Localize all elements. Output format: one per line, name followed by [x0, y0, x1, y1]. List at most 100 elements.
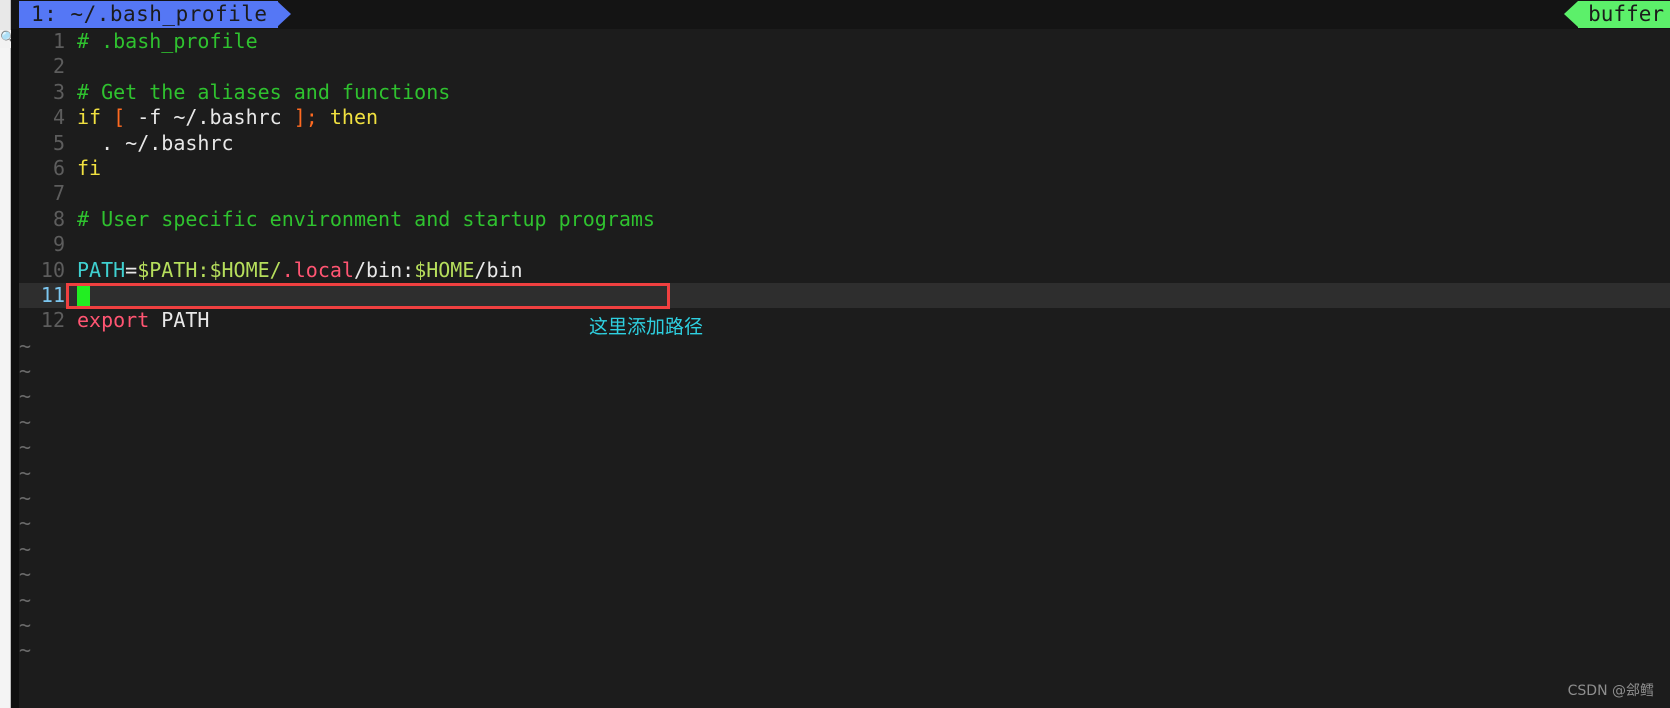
code-token: # .bash_profile: [77, 29, 258, 53]
tilde-glyph: ~: [19, 612, 32, 637]
code-line[interactable]: 6 fi: [19, 156, 1670, 181]
empty-line-marker: ~: [19, 410, 1670, 435]
line-text: # Get the aliases and functions: [65, 80, 450, 104]
tab-bash-profile[interactable]: 1: ~/.bash_profile: [19, 1, 291, 28]
code-token: export: [77, 308, 150, 333]
code-token: [: [113, 105, 126, 130]
tilde-glyph: ~: [19, 333, 32, 358]
editor-gutter-band: [11, 0, 19, 708]
line-text: [65, 54, 77, 78]
empty-line-marker: ~: [19, 613, 1670, 638]
code-token: -f ~/.bashrc: [125, 105, 294, 130]
code-token: if: [77, 105, 114, 130]
tilde-glyph: ~: [19, 536, 32, 561]
code-line[interactable]: 2: [19, 54, 1670, 79]
line-number: 8: [52, 206, 65, 231]
empty-line-marker: ~: [19, 562, 1670, 587]
line-number: 7: [52, 181, 65, 206]
line-text: . ~/.bashrc: [65, 130, 234, 155]
empty-line-marker: ~: [19, 359, 1670, 384]
line-number: 3: [52, 79, 65, 104]
line-number: 2: [52, 54, 65, 79]
empty-line-marker: ~: [19, 588, 1670, 613]
code-line[interactable]: 8 # User specific environment and startup…: [19, 207, 1670, 232]
editor-area[interactable]: 1 # .bash_profile 2 3 # Get the aliases and …: [19, 29, 1670, 708]
line-text: fi: [65, 156, 101, 180]
code-line[interactable]: 4 if [ -f ~/.bashrc ]; then: [19, 105, 1670, 130]
code-token: =: [125, 257, 138, 282]
tilde-glyph: ~: [19, 511, 32, 536]
empty-line-marker: ~: [19, 384, 1670, 409]
tilde-glyph: ~: [19, 587, 32, 612]
code-line[interactable]: 1 # .bash_profile: [19, 29, 1670, 54]
code-token: fi: [77, 155, 102, 180]
search-icon[interactable]: 🔍: [0, 30, 16, 48]
code-token: ]: [293, 105, 306, 130]
buffer-arrow-icon: [1564, 1, 1579, 27]
code-lines: 1 # .bash_profile 2 3 # Get the aliases and …: [19, 29, 1670, 334]
code-token: # Get the aliases and functions: [77, 79, 451, 104]
code-token: PATH: [77, 257, 126, 282]
code-token: /bin:: [353, 257, 415, 282]
code-line[interactable]: 7: [19, 181, 1670, 206]
code-token: $PATH:$HOME/: [137, 257, 282, 282]
code-token: # User specific environment and startup …: [77, 206, 655, 231]
tilde-glyph: ~: [19, 409, 32, 434]
line-number: 4: [52, 105, 65, 130]
code-token: $HOME: [414, 257, 475, 282]
line-number: 12: [40, 308, 65, 333]
empty-line-marker: ~: [19, 461, 1670, 486]
line-text: [65, 181, 77, 205]
window-left-chrome-lower: [0, 48, 10, 708]
tilde-glyph: ~: [19, 486, 32, 511]
empty-line-marker: ~: [19, 537, 1670, 562]
empty-line-marker: ~: [19, 334, 1670, 359]
tilde-glyph: ~: [19, 435, 32, 460]
tab-label: 1: ~/.bash_profile: [31, 2, 268, 26]
annotation-note: 这里添加路径: [589, 316, 704, 338]
buffer-label: buffer: [1588, 2, 1664, 26]
code-token: .local: [281, 257, 354, 282]
empty-line-marker: ~: [19, 486, 1670, 511]
empty-line-marker: ~: [19, 638, 1670, 663]
tilde-glyph: ~: [19, 562, 32, 587]
tilde-glyph: ~: [19, 638, 32, 663]
watermark: CSDN @郐鳕: [1567, 683, 1654, 699]
line-number: 6: [52, 155, 65, 180]
code-token: . ~/.bashrc: [77, 130, 234, 155]
code-line[interactable]: 10 PATH=$PATH:$HOME/.local/bin:$HOME/bin: [19, 258, 1670, 283]
empty-line-marker: ~: [19, 435, 1670, 460]
code-line[interactable]: 11: [19, 282, 1670, 309]
line-text: # .bash_profile: [65, 29, 258, 53]
code-line[interactable]: 9: [19, 232, 1670, 257]
tab-arrow-icon: [276, 1, 291, 27]
tilde-glyph: ~: [19, 359, 32, 384]
text-cursor: [77, 282, 90, 309]
buffer-indicator[interactable]: buffer: [1564, 1, 1670, 28]
line-number: 5: [52, 130, 65, 155]
line-text: PATH=$PATH:$HOME/.local/bin:$HOME/bin: [65, 258, 523, 282]
filler-lines: ~ ~ ~ ~ ~ ~ ~ ~ ~ ~ ~ ~ ~: [19, 334, 1670, 664]
line-text: export PATH: [65, 308, 209, 332]
code-token: PATH: [149, 308, 210, 333]
line-number: 1: [52, 29, 65, 53]
code-line[interactable]: 5 . ~/.bashrc: [19, 131, 1670, 156]
line-text: if [ -f ~/.bashrc ]; then: [65, 105, 378, 129]
code-token: then: [329, 105, 379, 130]
line-text: [65, 232, 77, 256]
tabline: 1: ~/.bash_profile buffer: [11, 0, 1670, 29]
line-text: # User specific environment and startup …: [65, 207, 655, 231]
line-text: [65, 283, 77, 307]
line-number: 11: [40, 282, 65, 307]
tilde-glyph: ~: [19, 460, 32, 485]
line-number: 9: [52, 232, 65, 257]
code-token: /bin: [474, 257, 523, 282]
empty-line-marker: ~: [19, 511, 1670, 536]
vim-editor-window: 🔍 1: ~/.bash_profile buffer 1 # .bash_pro…: [0, 0, 1670, 708]
tilde-glyph: ~: [19, 384, 32, 409]
code-token: ;: [305, 105, 318, 130]
line-number: 10: [40, 257, 65, 282]
code-line[interactable]: 12 export PATH: [19, 308, 1670, 333]
code-line[interactable]: 3 # Get the aliases and functions: [19, 80, 1670, 105]
